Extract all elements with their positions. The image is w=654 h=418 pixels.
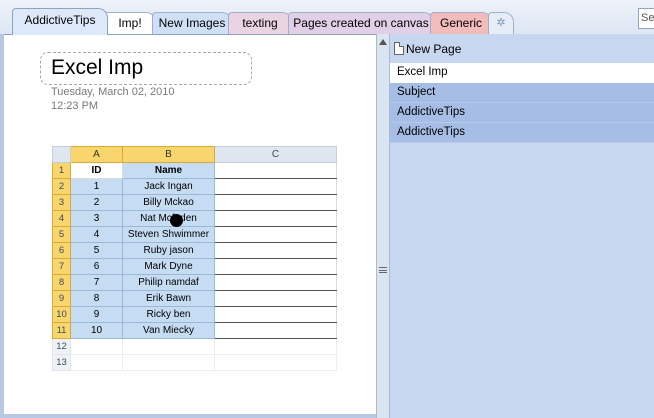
cell[interactable]	[214, 242, 337, 259]
cell[interactable]: Erik Bawn	[122, 290, 215, 307]
cell[interactable]: Mark Dyne	[122, 258, 215, 275]
row-header[interactable]: 9	[52, 290, 71, 307]
table-row: 8 7 Philip namdaf	[52, 274, 337, 291]
table-row: 3 2 Billy Mckao	[52, 194, 337, 211]
table-row: 4 3 Nat Mcfaden	[52, 210, 337, 227]
column-header-a[interactable]: A	[70, 146, 123, 163]
cell[interactable]: Jack Ingan	[122, 178, 215, 195]
cursor-indicator	[170, 214, 183, 227]
cell[interactable]	[214, 226, 337, 243]
table-row: 7 6 Mark Dyne	[52, 258, 337, 275]
cell[interactable]: Name	[122, 162, 215, 179]
table-row: 5 4 Steven Shwimmer	[52, 226, 337, 243]
sparkle-icon: ✲	[496, 17, 506, 29]
row-header[interactable]: 5	[52, 226, 71, 243]
page-date: Tuesday, March 02, 2010	[51, 86, 175, 98]
tab-imp[interactable]: Imp!	[104, 12, 156, 34]
cell[interactable]	[122, 354, 215, 371]
cell[interactable]	[70, 354, 123, 371]
page-frame-border	[0, 414, 376, 418]
page-tab-addictivetips[interactable]: AddictiveTips	[390, 103, 654, 123]
row-header[interactable]: 1	[52, 162, 71, 179]
table-row: 10 9 Ricky ben	[52, 306, 337, 323]
cell[interactable]	[214, 354, 337, 371]
cell[interactable]: 10	[70, 322, 123, 339]
row-header[interactable]: 2	[52, 178, 71, 195]
cell[interactable]	[214, 274, 337, 291]
cell[interactable]: Van Miecky	[122, 322, 215, 339]
cell[interactable]	[214, 290, 337, 307]
cell[interactable]: Ruby jason	[122, 242, 215, 259]
cell[interactable]: 9	[70, 306, 123, 323]
cell[interactable]: Billy Mckao	[122, 194, 215, 211]
cell[interactable]: Philip namdaf	[122, 274, 215, 291]
column-header-b[interactable]: B	[122, 146, 215, 163]
section-tab-bar: Imp! New Images texting Pages created on…	[0, 0, 654, 35]
tab-addictivetips[interactable]: AddictiveTips	[12, 8, 108, 35]
row-header[interactable]: 11	[52, 322, 71, 339]
page-canvas[interactable]: Excel Imp Tuesday, March 02, 2010 12:23 …	[4, 34, 376, 415]
new-page-icon	[394, 42, 404, 55]
sheet-corner[interactable]	[52, 146, 71, 163]
cell[interactable]: ID	[70, 162, 123, 179]
pane-splitter[interactable]	[376, 34, 390, 418]
row-header[interactable]: 13	[52, 354, 71, 371]
cell[interactable]	[214, 338, 337, 355]
tab-pages-created-on-canvas[interactable]: Pages created on canvas	[288, 12, 434, 34]
row-header[interactable]: 7	[52, 258, 71, 275]
page-title[interactable]: Excel Imp	[51, 56, 143, 80]
cell[interactable]	[70, 338, 123, 355]
cell[interactable]	[214, 178, 337, 195]
search-input[interactable]: Se	[638, 8, 654, 29]
page-time: 12:23 PM	[51, 100, 99, 112]
scroll-up-arrow-icon[interactable]	[379, 39, 387, 45]
cell[interactable]: Ricky ben	[122, 306, 215, 323]
page-list-pane: New Page Excel Imp Subject AddictiveTips…	[390, 34, 654, 418]
row-header[interactable]: 12	[52, 338, 71, 355]
column-header-c[interactable]: C	[214, 146, 337, 163]
table-row: 9 8 Erik Bawn	[52, 290, 337, 307]
page-tab-subject[interactable]: Subject	[390, 83, 654, 103]
page-title-container[interactable]: Excel Imp	[40, 52, 252, 85]
page-tab-excel-imp[interactable]: Excel Imp	[390, 63, 654, 83]
cell[interactable]	[214, 258, 337, 275]
row-header[interactable]: 3	[52, 194, 71, 211]
cell[interactable]: 5	[70, 242, 123, 259]
cell[interactable]: 3	[70, 210, 123, 227]
cell[interactable]: 8	[70, 290, 123, 307]
cell[interactable]	[214, 194, 337, 211]
cell[interactable]	[214, 210, 337, 227]
tab-new-images[interactable]: New Images	[152, 12, 232, 34]
cell[interactable]: 2	[70, 194, 123, 211]
cell[interactable]: Steven Shwimmer	[122, 226, 215, 243]
embedded-spreadsheet[interactable]: A B C 1 ID Name 2 1 Jack Ingan 3 2 Billy Mck…	[52, 146, 337, 371]
cell[interactable]: 4	[70, 226, 123, 243]
table-row: 6 5 Ruby jason	[52, 242, 337, 259]
row-header[interactable]: 4	[52, 210, 71, 227]
table-row: 11 10 Van Miecky	[52, 322, 337, 339]
new-page-button[interactable]: New Page	[394, 40, 461, 58]
table-row: 12	[52, 338, 337, 355]
cell[interactable]: 7	[70, 274, 123, 291]
tab-texting[interactable]: texting	[228, 12, 292, 34]
table-row: 13	[52, 354, 337, 371]
cell[interactable]: 6	[70, 258, 123, 275]
cell[interactable]	[214, 162, 337, 179]
cell[interactable]: 1	[70, 178, 123, 195]
row-header[interactable]: 10	[52, 306, 71, 323]
tab-generic[interactable]: Generic	[430, 12, 492, 34]
cell[interactable]	[214, 306, 337, 323]
page-tab-addictivetips-2[interactable]: AddictiveTips	[390, 123, 654, 143]
table-row: 2 1 Jack Ingan	[52, 178, 337, 195]
splitter-grip-icon[interactable]	[379, 267, 387, 273]
cell[interactable]	[214, 322, 337, 339]
new-section-tab[interactable]: ✲	[488, 12, 514, 34]
cell[interactable]: Nat Mcfaden	[122, 210, 215, 227]
row-header[interactable]: 8	[52, 274, 71, 291]
cell[interactable]	[122, 338, 215, 355]
row-header[interactable]: 6	[52, 242, 71, 259]
